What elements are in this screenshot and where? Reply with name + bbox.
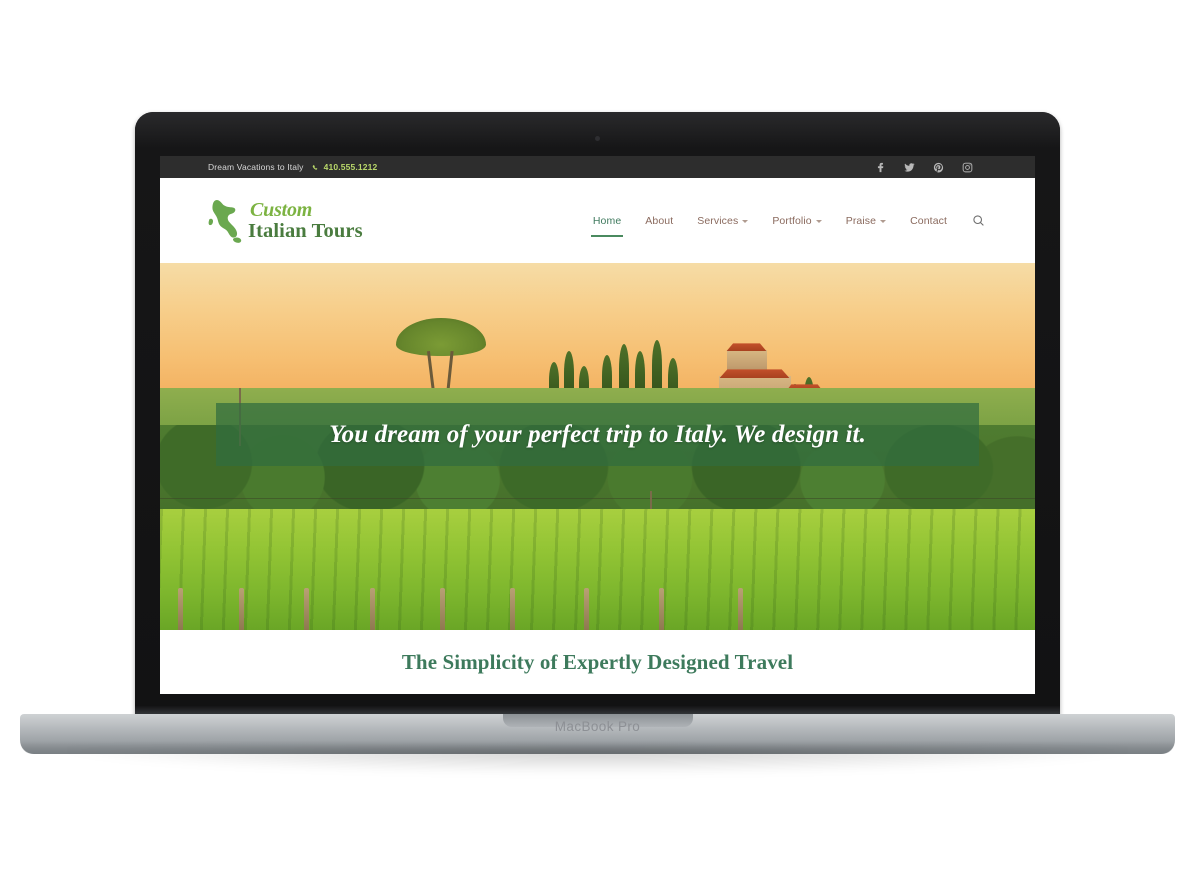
villa-main-roof [719, 369, 790, 379]
nav-label-portfolio: Portfolio [772, 214, 812, 227]
nav-label-praise: Praise [845, 214, 877, 227]
vineyard-post [440, 588, 445, 630]
webcam-icon [595, 136, 600, 141]
nav-label-contact: Contact [910, 214, 947, 227]
hero-vineyard [160, 508, 1035, 630]
instagram-icon[interactable] [962, 162, 973, 173]
social-links [875, 162, 1021, 173]
phone-number: 410.555.1212 [323, 162, 378, 172]
laptop-lid: Dream Vacations to Italy 410.555.1212 Cu… [135, 112, 1060, 717]
vineyard-post [658, 588, 664, 630]
nav-item-about[interactable]: About [633, 211, 685, 231]
nav-item-praise[interactable]: Praise [834, 211, 898, 231]
italy-map-icon [208, 198, 244, 244]
nav-label-services: Services [697, 214, 739, 227]
vineyard-post [304, 588, 310, 630]
topbar-left-group: Dream Vacations to Italy 410.555.1212 [208, 162, 377, 172]
logo[interactable]: Custom Italian Tours [208, 198, 363, 244]
nav-item-portfolio[interactable]: Portfolio [760, 211, 833, 231]
screenshot-stage: Dream Vacations to Italy 410.555.1212 Cu… [0, 0, 1195, 896]
pine-canopy [396, 318, 487, 357]
vineyard-post [177, 588, 183, 630]
nav-label-home: Home [592, 214, 622, 227]
chevron-down-icon [880, 219, 887, 223]
site-header: Custom Italian Tours Home About Services [160, 178, 1035, 263]
logo-text: Custom Italian Tours [248, 200, 363, 242]
tagline-text: Dream Vacations to Italy [208, 162, 304, 172]
intro-section: The Simplicity of Expertly Designed Trav… [160, 630, 1035, 694]
vineyard-post [510, 588, 515, 630]
logo-line-2: Italian Tours [248, 219, 363, 242]
device-shadow [60, 748, 1135, 774]
phone-link[interactable]: 410.555.1212 [311, 162, 378, 172]
nav-item-home[interactable]: Home [581, 211, 633, 237]
pinterest-icon[interactable] [933, 162, 944, 173]
twitter-icon[interactable] [904, 162, 915, 173]
nav-item-contact[interactable]: Contact [898, 211, 959, 231]
power-line [160, 497, 1035, 499]
section-title: The Simplicity of Expertly Designed Trav… [401, 649, 794, 674]
phone-icon [311, 163, 320, 172]
logo-line-1: Custom [250, 198, 313, 221]
nav-label-about: About [645, 214, 674, 227]
hero-caption-band: You dream of your perfect trip to Italy.… [216, 403, 979, 466]
hero-headline: You dream of your perfect trip to Italy.… [329, 420, 866, 448]
hero-banner: You dream of your perfect trip to Italy.… [160, 263, 1035, 630]
site-topbar: Dream Vacations to Italy 410.555.1212 [160, 156, 1035, 178]
vineyard-post [584, 588, 590, 630]
chevron-down-icon [742, 219, 749, 223]
device-label: MacBook Pro [554, 719, 641, 734]
vineyard-post [238, 588, 244, 630]
browser-screen: Dream Vacations to Italy 410.555.1212 Cu… [160, 156, 1035, 694]
vineyard-post [737, 588, 743, 630]
villa-tower-roof [726, 343, 767, 352]
chevron-down-icon [815, 219, 822, 223]
nav-item-services[interactable]: Services [685, 211, 760, 231]
facebook-icon[interactable] [875, 162, 886, 173]
main-navigation: Home About Services Portfolio Praise Con… [581, 211, 987, 237]
vineyard-post [370, 588, 375, 630]
search-icon[interactable] [969, 212, 987, 230]
